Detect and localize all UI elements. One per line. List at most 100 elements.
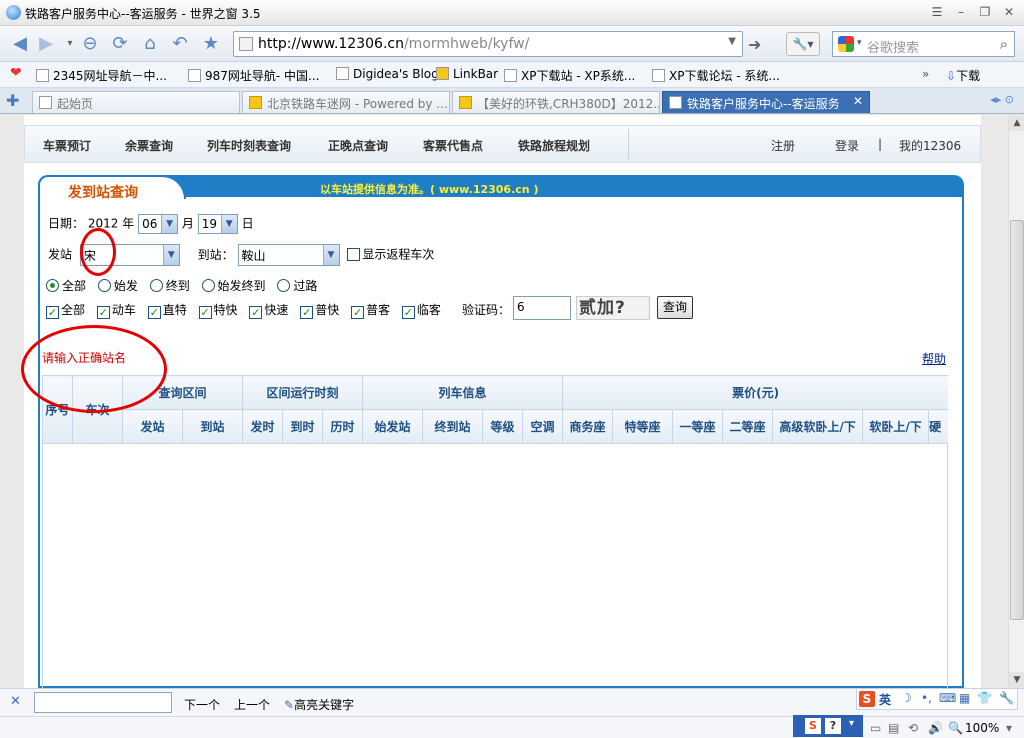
tab-scroll-controls[interactable]: ◂▸ ⊙ bbox=[990, 93, 1014, 106]
ime-dropdown-icon[interactable]: ▾ bbox=[849, 718, 854, 729]
new-tab-icon[interactable]: ✚ bbox=[6, 91, 19, 110]
sogou-logo-icon[interactable]: S bbox=[859, 691, 875, 707]
back-icon[interactable]: ◀ bbox=[8, 32, 32, 56]
scroll-down-icon[interactable]: ▼ bbox=[1009, 672, 1024, 688]
menu-delay-query[interactable]: 正晚点查询 bbox=[328, 137, 388, 154]
keyboard-icon[interactable]: ⌨ bbox=[939, 691, 956, 705]
search-engine-dropdown-icon[interactable]: ▾ bbox=[857, 38, 862, 48]
zoom-level[interactable]: 100% bbox=[965, 721, 999, 735]
station-type-terminal[interactable]: 终到 bbox=[149, 279, 190, 293]
undo-icon[interactable]: ↶ bbox=[168, 32, 192, 56]
menu-timetable[interactable]: 列车时刻表查询 bbox=[207, 137, 291, 154]
tab-start-page[interactable]: 起始页 bbox=[32, 91, 240, 113]
zoom-dropdown-icon[interactable]: ▾ bbox=[1006, 721, 1012, 735]
refresh-status-icon[interactable]: ⟲ bbox=[908, 721, 918, 735]
forward-icon[interactable]: ▶ bbox=[34, 32, 58, 56]
shirt-icon[interactable]: 👕 bbox=[977, 691, 992, 705]
check-icon[interactable]: ✓ bbox=[147, 306, 161, 319]
train-type-fast[interactable]: ✓ 快速 bbox=[249, 303, 288, 319]
scroll-thumb[interactable] bbox=[1010, 220, 1024, 620]
tools-menu-button[interactable]: 🔧▾ bbox=[786, 32, 820, 56]
punctuation-icon[interactable]: •, bbox=[921, 691, 932, 705]
close-tab-icon[interactable]: ✕ bbox=[853, 94, 863, 108]
favorite-item-xp-forum[interactable]: XP下载论坛 - 系统... bbox=[652, 67, 780, 84]
favorites-more-icon[interactable]: » bbox=[922, 67, 929, 81]
search-icon[interactable]: ⌕ bbox=[1000, 35, 1008, 53]
show-return-checkbox[interactable] bbox=[347, 247, 361, 261]
search-box[interactable]: ▾ 谷歌搜索 ⌕ bbox=[832, 31, 1015, 57]
wrench-icon[interactable]: 🔧 bbox=[999, 691, 1014, 705]
station-type-all[interactable]: 全部 bbox=[46, 279, 86, 293]
close-window-button[interactable]: ✕ bbox=[1000, 4, 1018, 20]
grid-icon[interactable]: ▦ bbox=[959, 691, 970, 705]
favorite-star-icon[interactable]: ★ bbox=[199, 32, 223, 56]
captcha-image[interactable]: 贰加?=8 bbox=[576, 296, 650, 320]
maximize-button[interactable]: ❐ bbox=[976, 4, 994, 20]
menu-ticket-booking[interactable]: 车票预订 bbox=[43, 137, 91, 154]
screen-icon[interactable]: ▭ bbox=[870, 721, 881, 735]
go-arrow-icon[interactable]: ➜ bbox=[748, 35, 761, 54]
check-icon[interactable]: ✓ bbox=[249, 306, 263, 319]
station-type-origin[interactable]: 始发 bbox=[97, 279, 138, 293]
find-next-button[interactable]: 下一个 bbox=[184, 696, 220, 713]
check-icon[interactable]: ✓ bbox=[198, 306, 212, 319]
radio-checked[interactable] bbox=[46, 279, 59, 292]
search-input[interactable]: 谷歌搜索 bbox=[867, 37, 919, 56]
address-text[interactable]: http://www.12306.cn/mormhweb/kyfw/ bbox=[258, 36, 529, 52]
zoom-icon[interactable]: 🔍 bbox=[948, 721, 963, 735]
menu-trip-planning[interactable]: 铁路旅程规划 bbox=[518, 137, 590, 154]
train-type-express[interactable]: ✓ 特快 bbox=[198, 303, 238, 319]
check-icon[interactable]: ✓ bbox=[351, 306, 365, 319]
tab-12306-active[interactable]: 铁路客户服务中心--客运服务 ✕ bbox=[662, 91, 870, 113]
favorite-item-digidea[interactable]: Digidea's Blog bbox=[336, 67, 439, 81]
download-button[interactable]: ⇩下载 bbox=[946, 67, 980, 84]
station-type-origin-terminal[interactable]: 始发终到 bbox=[201, 279, 266, 293]
favorite-item-xp-download[interactable]: XP下载站 - XP系统... bbox=[504, 67, 635, 84]
minimize-button[interactable]: – bbox=[952, 4, 970, 20]
menu-icon[interactable]: ☰ bbox=[928, 4, 946, 20]
tab-beijing-railfan[interactable]: 北京铁路车迷网 - Powered by ... bbox=[242, 91, 450, 113]
train-type-direct-express[interactable]: ✓ 直特 bbox=[147, 303, 187, 319]
day-select[interactable]: 19 ▼ bbox=[197, 214, 238, 234]
train-type-ordinary[interactable]: ✓ 普客 bbox=[351, 303, 390, 319]
my12306-link[interactable]: 我的12306 bbox=[899, 137, 961, 154]
sogou-mini-icon[interactable]: S bbox=[805, 718, 821, 734]
menu-ticket-agents[interactable]: 客票代售点 bbox=[423, 137, 483, 154]
check-icon[interactable]: ✓ bbox=[46, 306, 59, 319]
to-station-select[interactable]: 鞍山 ▼ bbox=[237, 244, 340, 266]
train-type-ordinary-fast[interactable]: ✓ 普快 bbox=[300, 303, 339, 319]
heart-icon[interactable]: ❤ bbox=[10, 65, 22, 81]
address-bar[interactable]: http://www.12306.cn/mormhweb/kyfw/ ▼ bbox=[233, 31, 743, 57]
moon-icon[interactable]: ☽ bbox=[901, 691, 912, 705]
close-find-icon[interactable]: ✕ bbox=[10, 695, 24, 709]
favorite-item-2345[interactable]: 2345网址导航－中... bbox=[36, 67, 167, 84]
help-icon[interactable]: ? bbox=[825, 718, 841, 734]
month-select[interactable]: 06 ▼ bbox=[138, 214, 179, 234]
radio-unchecked[interactable] bbox=[149, 279, 163, 292]
stop-icon[interactable]: ⊖ bbox=[78, 32, 102, 56]
train-type-all[interactable]: ✓ 全部 bbox=[46, 303, 85, 319]
highlight-keywords-button[interactable]: ✎高亮关键字 bbox=[284, 696, 354, 713]
radio-unchecked[interactable] bbox=[201, 279, 215, 292]
captcha-input[interactable]: 6 bbox=[513, 296, 571, 320]
home-icon[interactable]: ⌂ bbox=[138, 32, 162, 56]
tab-crh380d[interactable]: 【美好的环铁,CRH380D】2012... bbox=[452, 91, 660, 113]
check-icon[interactable]: ✓ bbox=[96, 306, 110, 319]
help-link[interactable]: 帮助 bbox=[922, 350, 946, 367]
train-type-temporary[interactable]: ✓ 临客 bbox=[401, 303, 441, 319]
radio-unchecked[interactable] bbox=[277, 279, 291, 292]
address-dropdown-icon[interactable]: ▼ bbox=[728, 36, 736, 47]
login-link[interactable]: 登录 bbox=[835, 137, 859, 154]
find-input[interactable] bbox=[34, 692, 172, 713]
register-link[interactable]: 注册 bbox=[771, 137, 795, 154]
scroll-up-icon[interactable]: ▲ bbox=[1009, 115, 1024, 131]
favorite-item-987[interactable]: 987网址导航- 中国... bbox=[188, 67, 320, 84]
ime-language[interactable]: 英 bbox=[879, 691, 891, 708]
menu-remaining-tickets[interactable]: 余票查询 bbox=[125, 137, 173, 154]
find-prev-button[interactable]: 上一个 bbox=[234, 696, 270, 713]
query-button[interactable]: 查询 bbox=[657, 296, 693, 319]
check-icon[interactable]: ✓ bbox=[300, 306, 314, 319]
station-type-passing[interactable]: 过路 bbox=[277, 279, 317, 293]
check-icon[interactable]: ✓ bbox=[401, 306, 415, 319]
favorite-item-linkbar[interactable]: LinkBar bbox=[436, 67, 498, 81]
